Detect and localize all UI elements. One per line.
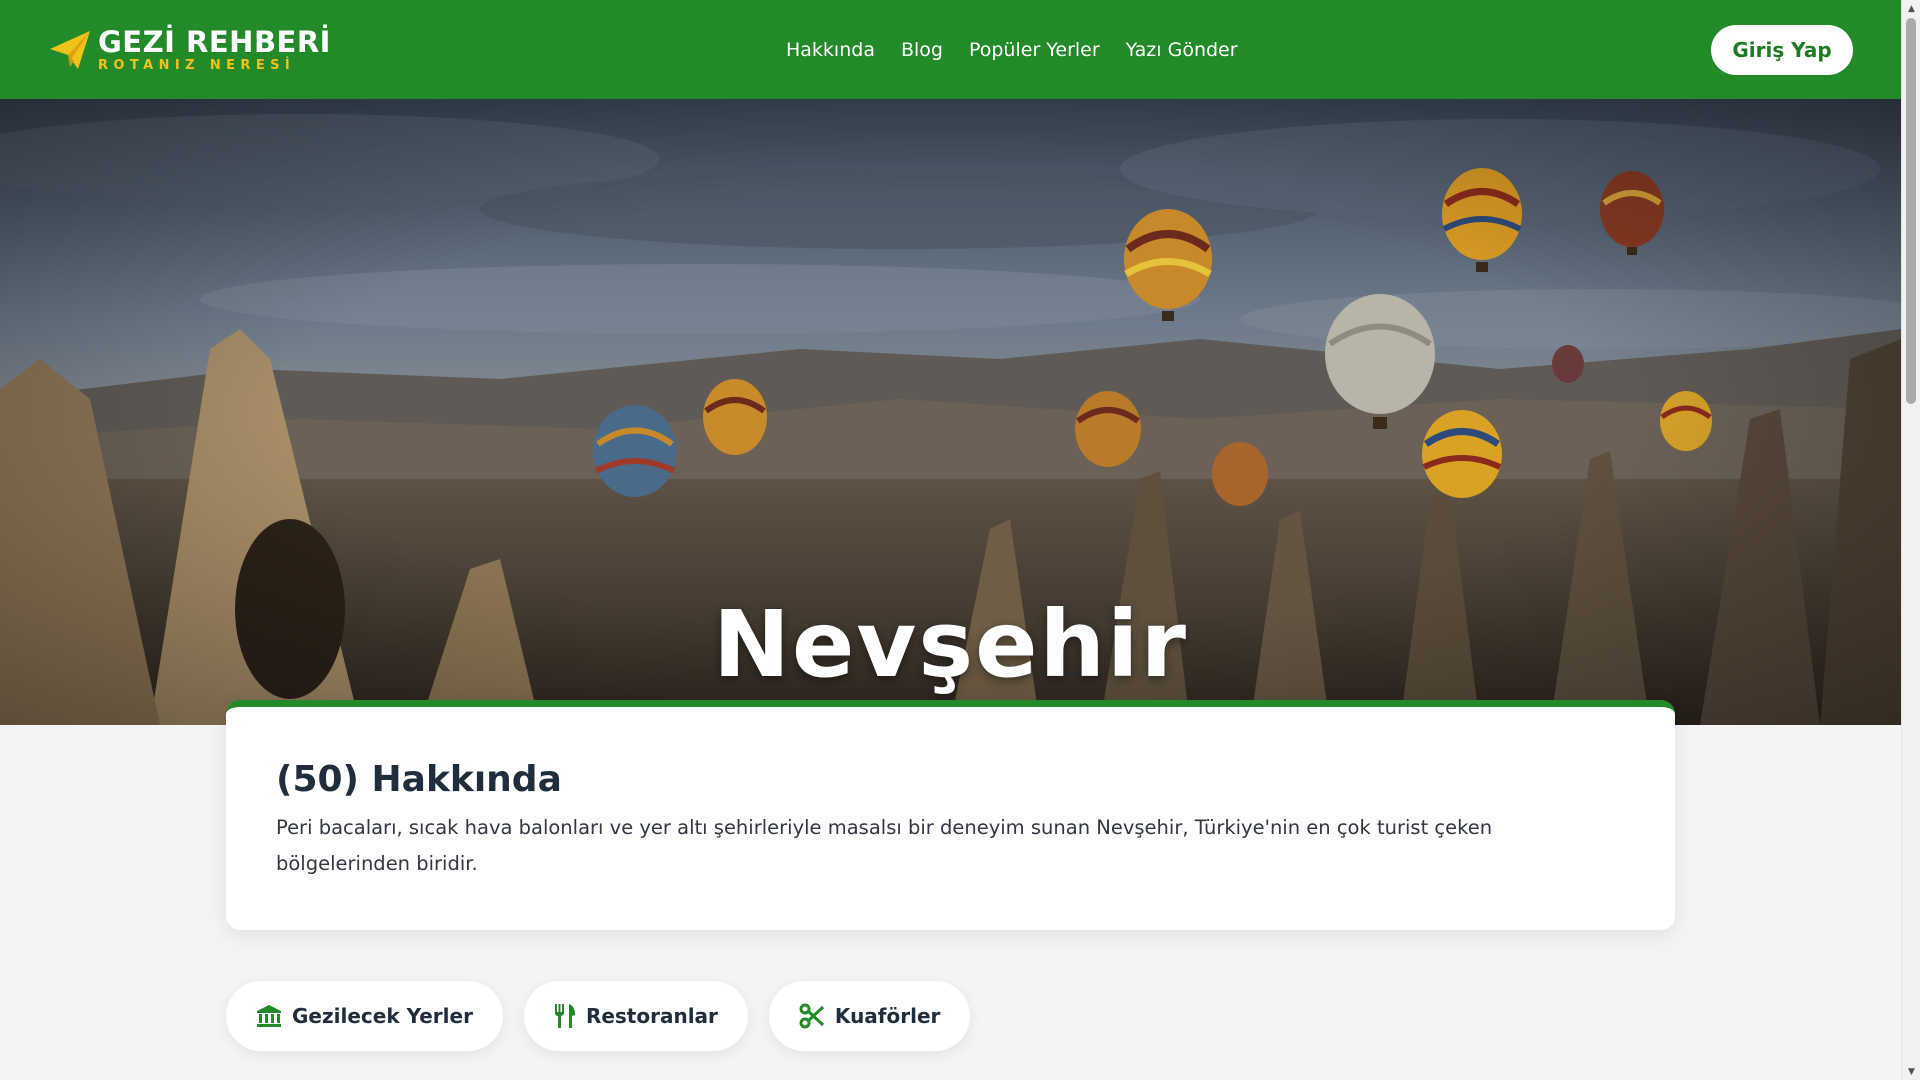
- scissors-icon: [799, 1003, 825, 1029]
- restoranlar-label: Restoranlar: [585, 1004, 718, 1028]
- logo-title: GEZİ REHBERİ: [98, 24, 331, 59]
- hero-title: Nevşehir: [713, 590, 1188, 698]
- logo[interactable]: GEZİ REHBERİ ROTANIZ NERESİ: [48, 24, 331, 73]
- page: GEZİ REHBERİ ROTANIZ NERESİ Hakkında Blo…: [0, 0, 1901, 1080]
- nav-link-yazi-gonder[interactable]: Yazı Gönder: [1126, 39, 1238, 61]
- category-buttons: Gezilecek Yerler Restoranlar Kuaförler: [226, 981, 971, 1051]
- logo-tagline: ROTANIZ NERESİ: [98, 57, 296, 73]
- login-button[interactable]: Giriş Yap: [1711, 24, 1853, 75]
- scroll-down-arrow-icon[interactable]: ▼: [1902, 1063, 1920, 1080]
- restoranlar-button[interactable]: Restoranlar: [523, 981, 748, 1051]
- nav-link-hakkinda[interactable]: Hakkında: [786, 39, 875, 61]
- nav-link-populer-yerler[interactable]: Popüler Yerler: [969, 39, 1100, 61]
- main-nav: Hakkında Blog Popüler Yerler Yazı Gönder: [786, 0, 1238, 99]
- paper-plane-icon: [48, 29, 92, 71]
- gezilecek-yerler-label: Gezilecek Yerler: [292, 1004, 473, 1028]
- kuaforler-button[interactable]: Kuaförler: [768, 981, 971, 1051]
- hero-banner: Nevşehir: [0, 99, 1901, 725]
- page-scrollbar[interactable]: ▲ ▼: [1901, 0, 1920, 1080]
- scroll-up-arrow-icon[interactable]: ▲: [1902, 0, 1920, 17]
- about-title: (50) Hakkında: [276, 759, 562, 800]
- site-header: GEZİ REHBERİ ROTANIZ NERESİ Hakkında Blo…: [0, 0, 1901, 99]
- gezilecek-yerler-button[interactable]: Gezilecek Yerler: [226, 981, 503, 1051]
- nav-link-blog[interactable]: Blog: [901, 39, 943, 61]
- scrollbar-thumb[interactable]: [1906, 18, 1916, 404]
- about-card: (50) Hakkında Peri bacaları, sıcak hava …: [226, 700, 1675, 930]
- about-text: Peri bacaları, sıcak hava balonları ve y…: [276, 816, 1493, 875]
- landmark-icon: [256, 1004, 282, 1028]
- logo-text: GEZİ REHBERİ ROTANIZ NERESİ: [98, 24, 331, 73]
- utensils-icon: [554, 1003, 576, 1029]
- kuaforler-label: Kuaförler: [834, 1004, 941, 1028]
